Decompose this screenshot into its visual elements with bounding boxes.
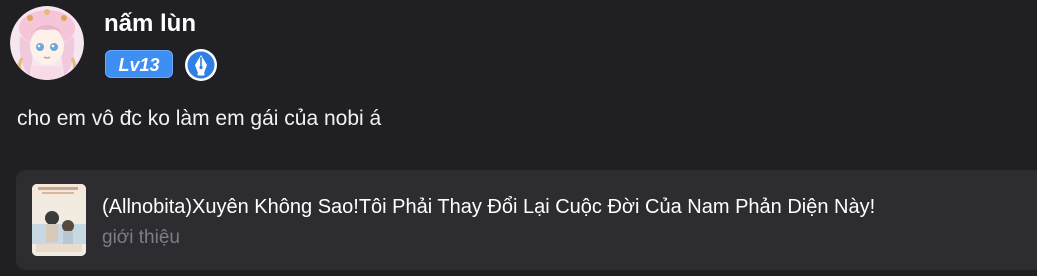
fountain-pen-writer-icon: [184, 48, 218, 82]
book-link-card[interactable]: (Allnobita)Xuyên Không Sao!Tôi Phải Thay…: [16, 170, 1037, 270]
book-subtitle: giới thiệu: [102, 227, 180, 248]
level-badge: Lv13: [105, 50, 173, 78]
book-cover-image[interactable]: [32, 184, 86, 256]
username[interactable]: nấm lùn: [104, 7, 196, 41]
book-title[interactable]: (Allnobita)Xuyên Không Sao!Tôi Phải Thay…: [102, 192, 875, 222]
user-avatar[interactable]: [10, 6, 84, 80]
comment-text: cho em vô đc ko làm em gái của nobi á: [17, 107, 382, 130]
